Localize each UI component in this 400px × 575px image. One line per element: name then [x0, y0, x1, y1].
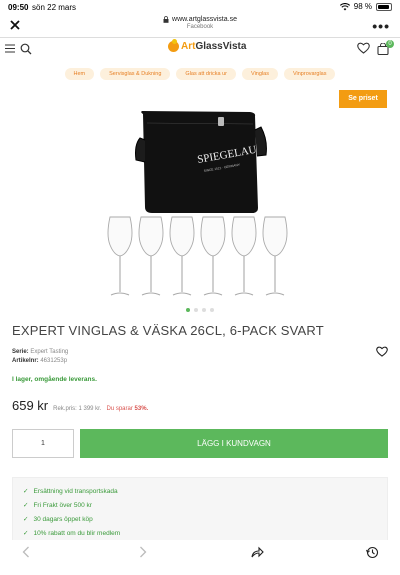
sku-label: Artikelnr: — [12, 358, 39, 364]
carousel-dot[interactable] — [202, 308, 206, 312]
reference-price: Rek.pris: 1 399 kr. — [53, 406, 102, 412]
status-right: 98 % — [339, 2, 392, 11]
lock-icon — [163, 16, 169, 23]
quantity-input[interactable]: 1 — [12, 429, 74, 458]
save-percent: 53%. — [134, 406, 149, 412]
carousel-dot[interactable] — [194, 308, 198, 312]
status-bar: 09:50 sön 22 mars 98 % — [0, 0, 400, 14]
add-to-cart-button[interactable]: LÄGG I KUNDVAGN — [80, 429, 388, 458]
logo-mark — [168, 39, 179, 52]
favorite-heart-icon[interactable] — [376, 346, 388, 357]
carousel-dot[interactable] — [210, 308, 214, 312]
breadcrumb-item[interactable]: Vinprovarglas — [283, 68, 336, 80]
carousel-dots — [0, 308, 400, 312]
logo-text-art: Art — [181, 41, 196, 52]
breadcrumb-item[interactable]: Hem — [64, 68, 95, 80]
usp-item: ✓ Ersättning vid transportskada — [23, 487, 118, 496]
wishlist-heart-icon[interactable] — [357, 42, 370, 54]
history-clock-icon[interactable] — [366, 546, 379, 559]
more-menu-icon[interactable]: ••• — [372, 18, 390, 34]
search-icon[interactable] — [20, 43, 32, 55]
browser-toolbar — [0, 540, 400, 575]
see-price-badge[interactable]: Se priset — [339, 90, 387, 108]
check-icon: ✓ — [23, 488, 29, 495]
price-block: 659 kr Rek.pris: 1 399 kr. Du sparar 53%… — [12, 398, 148, 413]
sku-value: 4631253p — [40, 358, 68, 364]
wine-glasses — [107, 216, 288, 296]
battery-icon — [376, 2, 392, 11]
usp-list: ✓ Ersättning vid transportskada ✓ Fri Frak… — [12, 477, 388, 547]
status-date: sön 22 mars — [32, 3, 77, 12]
browser-bar: www.artglassvista.se Facebook ••• — [0, 14, 400, 38]
site-header: ArtGlassVista 0 — [0, 38, 400, 60]
serie-label: Serie: — [12, 349, 29, 355]
product-title: EXPERT VINGLAS & VÄSKA 26CL, 6-PACK SVAR… — [12, 323, 324, 338]
save-label: Du sparar — [106, 406, 133, 412]
check-icon: ✓ — [23, 516, 29, 523]
breadcrumb-item[interactable]: Vinglas — [242, 68, 278, 80]
back-arrow-icon[interactable] — [22, 546, 30, 558]
hamburger-menu-icon[interactable] — [5, 44, 15, 53]
carousel-dot[interactable] — [186, 308, 190, 312]
close-icon[interactable] — [8, 18, 22, 32]
status-time: 09:50 — [8, 3, 29, 12]
cart-count-badge: 0 — [386, 40, 394, 48]
product-image[interactable]: SPIEGELAU SINCE 1521 · GERMANY — [100, 100, 300, 300]
check-icon: ✓ — [23, 530, 29, 537]
breadcrumb: Hem Servisglas & Dukning Glas att dricka… — [0, 68, 400, 80]
breadcrumb-item[interactable]: Servisglas & Dukning — [100, 68, 171, 80]
url-text: www.artglassvista.se — [172, 16, 237, 23]
logo-text-glassvista: GlassVista — [195, 41, 247, 52]
cart-button[interactable]: 0 — [377, 40, 394, 60]
check-icon: ✓ — [23, 502, 29, 509]
cooler-bag: SPIEGELAU SINCE 1521 · GERMANY — [135, 111, 267, 213]
share-icon[interactable] — [251, 546, 264, 558]
address-box[interactable]: www.artglassvista.se Facebook — [120, 16, 280, 30]
product-meta: Serie: Expert Tasting Artikelnr: 4631253… — [12, 348, 68, 366]
serie-value: Expert Tasting — [30, 349, 69, 355]
stock-status: I lager, omgående leverans. — [12, 376, 97, 383]
site-logo[interactable]: ArtGlassVista — [168, 39, 247, 52]
breadcrumb-item[interactable]: Glas att dricka ur — [176, 68, 236, 80]
battery-percent: 98 % — [353, 2, 372, 11]
wifi-icon — [339, 2, 350, 10]
usp-item: ✓ 10% rabatt om du blir medlem — [23, 529, 121, 538]
usp-item: ✓ Fri Frakt över 500 kr — [23, 501, 92, 510]
forward-arrow-icon[interactable] — [139, 546, 147, 558]
price: 659 kr — [12, 398, 49, 413]
usp-item: ✓ 30 dagars öppet köp — [23, 515, 93, 524]
url-source: Facebook — [186, 24, 214, 30]
